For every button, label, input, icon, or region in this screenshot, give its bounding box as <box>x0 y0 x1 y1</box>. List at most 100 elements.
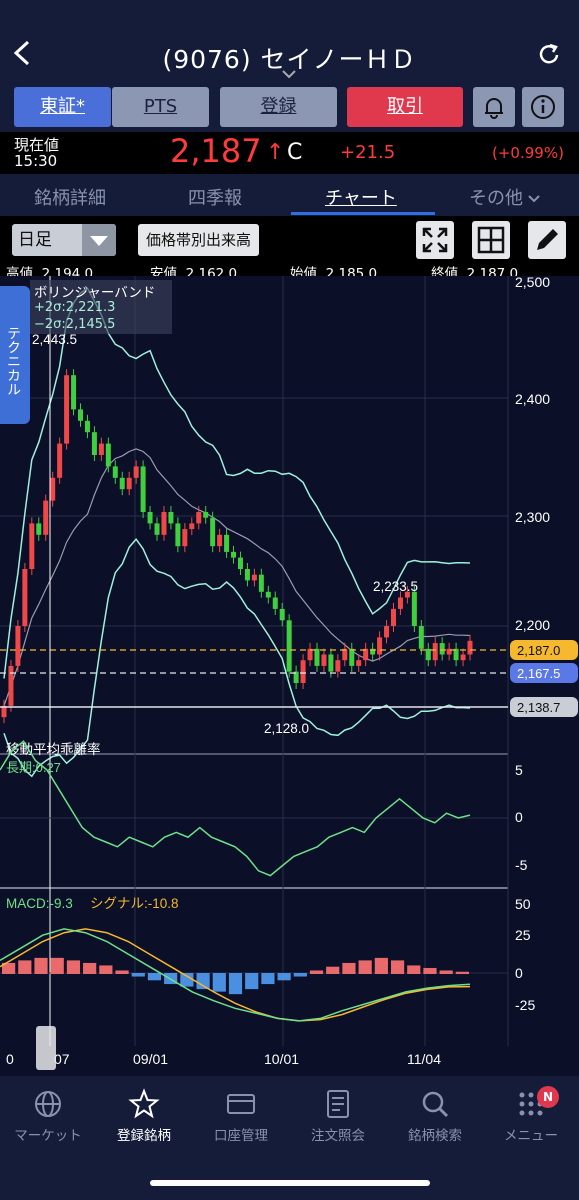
home-indicator <box>150 1180 430 1186</box>
macd-axis-label: 0 <box>515 965 523 981</box>
candle-body <box>29 523 35 569</box>
macd-histogram-bar <box>358 960 372 974</box>
candle-body <box>154 523 160 535</box>
candle-body <box>384 626 390 638</box>
bollinger-title: ボリンジャーバンド <box>34 285 156 301</box>
info-button[interactable] <box>522 87 564 127</box>
candle-body <box>467 640 473 655</box>
price-axis-label: 2,300 <box>515 509 550 525</box>
macd-axis-label: -25 <box>515 997 535 1013</box>
macd-histogram-bar <box>309 970 324 974</box>
app-header: (9076) セイノーＨＤ <box>0 0 579 80</box>
candle-body <box>335 660 341 672</box>
candle-body <box>168 512 174 524</box>
nav-orders[interactable]: 注文照会 <box>290 1088 386 1144</box>
deviation-axis-label: -5 <box>515 857 528 873</box>
nav-account-label: 口座管理 <box>214 1128 268 1144</box>
nav-market[interactable]: マーケット <box>0 1088 96 1144</box>
up-arrow-icon: ↑ <box>266 140 285 165</box>
candle-body <box>272 597 278 609</box>
candle-body <box>71 375 77 410</box>
macd-histogram-bar <box>407 965 421 974</box>
nav-menu[interactable]: メニュー <box>483 1088 579 1144</box>
macd-histogram-bar <box>342 962 356 974</box>
macd-histogram-bar <box>277 973 291 981</box>
tab-stock-detail[interactable]: 銘柄詳細 <box>34 184 106 210</box>
tsho-button[interactable]: 東証* <box>14 87 111 127</box>
menu-badge: N <box>537 1086 559 1108</box>
candle-body <box>321 654 327 666</box>
chevron-down-icon[interactable] <box>280 68 298 80</box>
price-axis-label: 2,200 <box>515 617 550 633</box>
chevron-down-icon <box>528 195 540 203</box>
nav-search[interactable]: 銘柄検索 <box>387 1088 483 1144</box>
candle-body <box>161 512 167 535</box>
nav-watchlist[interactable]: 登録銘柄 <box>96 1088 192 1144</box>
macd-histogram-bar <box>423 967 437 974</box>
volume-by-price-button[interactable]: 価格帯別出来高 <box>138 224 259 256</box>
crosshair-handle <box>36 1026 56 1070</box>
candle-body <box>43 500 49 535</box>
deviation-long-label: 長期:0.27 <box>6 760 61 775</box>
nav-account[interactable]: 口座管理 <box>193 1088 289 1144</box>
candle-body <box>112 466 118 478</box>
candle-body <box>244 569 250 581</box>
candle-body <box>286 620 292 672</box>
macd-histogram-bar <box>439 970 453 974</box>
macd-histogram-bar <box>261 973 275 985</box>
macd-histogram-bar <box>99 965 113 974</box>
info-icon <box>531 95 555 119</box>
alert-button[interactable] <box>473 87 515 127</box>
candle-body <box>78 409 84 421</box>
tab-other[interactable]: その他 <box>469 184 541 210</box>
date-axis-label: 09/01 <box>133 1051 168 1067</box>
low-annotation: 2,128.0 <box>264 721 309 736</box>
peak-annotation: 2,233.5 <box>373 579 418 594</box>
period-select[interactable]: 日足 <box>12 224 116 256</box>
bell-icon <box>485 98 503 119</box>
candle-body <box>57 443 63 478</box>
price-axis-label: 2,400 <box>515 391 550 407</box>
pts-button[interactable]: PTS <box>112 87 209 127</box>
fullscreen-button[interactable] <box>416 221 454 259</box>
macd-histogram-bar <box>34 957 48 974</box>
tab-chart[interactable]: チャート <box>325 184 397 210</box>
close-flag: C <box>287 140 303 165</box>
candle-body <box>91 432 97 455</box>
candle-body <box>397 597 403 609</box>
layout-grid-button[interactable] <box>472 221 510 259</box>
nav-watchlist-label: 登録銘柄 <box>117 1128 171 1144</box>
stock-chart[interactable]: 2,500 2,400 2,300 2,200 2,187.0 2,167.5 2,138.… <box>0 276 579 1092</box>
chart-area[interactable]: 2,500 2,400 2,300 2,200 2,187.0 2,167.5 2,138.… <box>0 276 579 1092</box>
candle-body <box>147 512 153 524</box>
search-icon <box>422 1091 449 1118</box>
candle-body <box>251 574 257 581</box>
candle-body <box>105 443 111 467</box>
tab-shikiho[interactable]: 四季報 <box>188 184 242 210</box>
candle-body <box>265 591 271 598</box>
grid-icon <box>477 226 505 254</box>
nav-orders-label: 注文照会 <box>311 1128 365 1144</box>
macd-histogram-bar <box>228 973 243 995</box>
candle-body <box>418 626 424 649</box>
candle-body <box>231 551 237 558</box>
trade-button[interactable]: 取引 <box>347 87 463 127</box>
chart-controls: 日足 価格帯別出来高 <box>0 216 579 260</box>
price-tag-label: 2,187.0 <box>517 643 560 658</box>
candle-body <box>15 626 21 666</box>
price-axis-label: 2,500 <box>515 276 550 290</box>
bollinger-lower: −2σ:2,145.5 <box>34 317 116 332</box>
register-button[interactable]: 登録 <box>220 87 337 127</box>
candle-body <box>22 569 28 626</box>
macd-histogram-bar <box>66 960 81 974</box>
date-axis-label: 0 <box>6 1051 14 1067</box>
candle-body <box>126 477 132 490</box>
detail-tabs: 銘柄詳細 四季報 チャート その他 <box>0 174 579 216</box>
bollinger-legend: ボリンジャーバンド +2σ:2,221.3 −2σ:2,145.5 <box>30 280 172 334</box>
draw-button[interactable] <box>528 221 566 259</box>
price-change-pct: (+0.99%) <box>492 144 564 162</box>
technical-side-tab[interactable]: テクニカル <box>0 286 30 424</box>
refresh-icon[interactable] <box>536 42 562 68</box>
high-annotation: 2,443.5 <box>32 332 77 347</box>
candle-body <box>314 648 320 666</box>
